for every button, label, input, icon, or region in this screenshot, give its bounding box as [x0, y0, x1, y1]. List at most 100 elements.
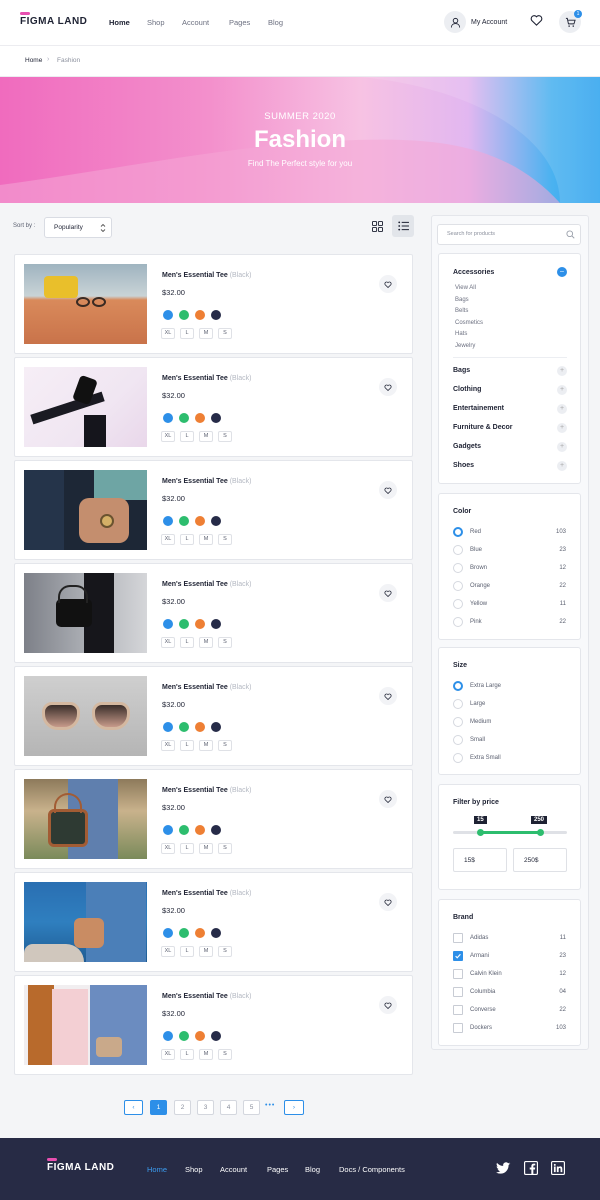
color-swatch[interactable] — [163, 1031, 173, 1041]
color-swatch[interactable] — [179, 413, 189, 423]
list-view-button[interactable] — [392, 215, 414, 237]
nav-home[interactable]: Home — [109, 18, 130, 27]
size-radio[interactable] — [453, 699, 463, 709]
accessories-cosmetics[interactable]: Cosmetics — [455, 320, 483, 326]
add-to-wishlist-button[interactable] — [379, 996, 397, 1014]
color-swatch[interactable] — [211, 516, 221, 526]
next-page-button[interactable]: › — [284, 1100, 304, 1115]
color-swatch[interactable] — [163, 722, 173, 732]
color-swatch[interactable] — [195, 619, 205, 629]
color-swatch[interactable] — [211, 619, 221, 629]
product-image[interactable] — [24, 264, 147, 344]
size-option-m[interactable]: M — [199, 431, 213, 442]
search-input[interactable]: Search for products — [437, 224, 581, 245]
product-name[interactable]: Men's Essential Tee (Black) — [162, 375, 251, 382]
product-name[interactable]: Men's Essential Tee (Black) — [162, 581, 251, 588]
color-swatch[interactable] — [179, 825, 189, 835]
footer-nav-account[interactable]: Account — [220, 1165, 247, 1174]
product-image[interactable] — [24, 779, 147, 859]
product-card[interactable]: Men's Essential Tee (Black) $32.00 XL L M S — [14, 357, 413, 457]
size-option-xl[interactable]: XL — [161, 534, 175, 545]
linkedin-icon[interactable] — [551, 1161, 565, 1175]
size-option-s[interactable]: S — [218, 431, 232, 442]
expand-plus-icon[interactable]: + — [557, 404, 567, 414]
color-swatch[interactable] — [195, 516, 205, 526]
size-option-l[interactable]: L — [180, 328, 194, 339]
color-radio-brown[interactable] — [453, 563, 463, 573]
size-option-xl[interactable]: XL — [161, 328, 175, 339]
add-to-wishlist-button[interactable] — [379, 687, 397, 705]
color-swatch[interactable] — [211, 825, 221, 835]
accessories-jewelry[interactable]: Jewelry — [455, 343, 475, 349]
color-radio-red[interactable] — [453, 527, 463, 537]
sort-select[interactable]: Popularity — [44, 217, 112, 238]
category-accessories[interactable]: Accessories — [453, 269, 494, 276]
brand-checkbox[interactable] — [453, 933, 463, 943]
wishlist-heart-icon[interactable] — [530, 14, 543, 28]
size-option-s[interactable]: S — [218, 534, 232, 545]
product-image[interactable] — [24, 985, 147, 1065]
color-swatch[interactable] — [163, 310, 173, 320]
footer-nav-pages[interactable]: Pages — [267, 1165, 288, 1174]
product-image[interactable] — [24, 882, 147, 962]
color-swatch[interactable] — [163, 825, 173, 835]
product-name[interactable]: Men's Essential Tee (Black) — [162, 787, 251, 794]
category-bags[interactable]: Bags — [453, 367, 470, 374]
twitter-icon[interactable] — [496, 1162, 511, 1175]
category-gadgets[interactable]: Gadgets — [453, 443, 481, 450]
color-swatch[interactable] — [195, 928, 205, 938]
brand-checkbox[interactable] — [453, 969, 463, 979]
size-option-m[interactable]: M — [199, 328, 213, 339]
product-image[interactable] — [24, 573, 147, 653]
size-option-xl[interactable]: XL — [161, 431, 175, 442]
page-3[interactable]: 3 — [197, 1100, 214, 1115]
product-card[interactable]: Men's Essential Tee (Black) $32.00 XL L M S — [14, 666, 413, 766]
size-option-s[interactable]: S — [218, 637, 232, 648]
add-to-wishlist-button[interactable] — [379, 481, 397, 499]
expand-plus-icon[interactable]: + — [557, 461, 567, 471]
add-to-wishlist-button[interactable] — [379, 584, 397, 602]
size-option-m[interactable]: M — [199, 534, 213, 545]
product-card[interactable]: Men's Essential Tee (Black) $32.00 XL L M S — [14, 563, 413, 663]
product-image[interactable] — [24, 676, 147, 756]
product-card[interactable]: Men's Essential Tee (Black) $32.00 XL L M S — [14, 460, 413, 560]
product-card[interactable]: Men's Essential Tee (Black) $32.00 XL L M S — [14, 872, 413, 972]
add-to-wishlist-button[interactable] — [379, 275, 397, 293]
size-option-l[interactable]: L — [180, 1049, 194, 1060]
size-option-m[interactable]: M — [199, 1049, 213, 1060]
color-swatch[interactable] — [195, 825, 205, 835]
color-swatch[interactable] — [179, 928, 189, 938]
footer-nav-home[interactable]: Home — [147, 1165, 167, 1174]
size-option-l[interactable]: L — [180, 946, 194, 957]
product-name[interactable]: Men's Essential Tee (Black) — [162, 993, 251, 1000]
accessories-belts[interactable]: Belts — [455, 308, 468, 314]
size-option-m[interactable]: M — [199, 740, 213, 751]
color-swatch[interactable] — [195, 413, 205, 423]
product-card[interactable]: Men's Essential Tee (Black) $32.00 XL L M S — [14, 254, 413, 354]
logo[interactable]: FIGMA LAND — [20, 12, 87, 27]
size-option-l[interactable]: L — [180, 740, 194, 751]
color-swatch[interactable] — [195, 1031, 205, 1041]
color-swatch[interactable] — [195, 722, 205, 732]
size-option-xl[interactable]: XL — [161, 843, 175, 854]
color-swatch[interactable] — [179, 619, 189, 629]
product-card[interactable]: Men's Essential Tee (Black) $32.00 XL L M S — [14, 769, 413, 869]
accessories-bags[interactable]: Bags — [455, 297, 469, 303]
nav-shop[interactable]: Shop — [147, 18, 165, 27]
add-to-wishlist-button[interactable] — [379, 378, 397, 396]
size-radio[interactable] — [453, 717, 463, 727]
color-swatch[interactable] — [195, 310, 205, 320]
color-swatch[interactable] — [163, 413, 173, 423]
grid-view-button[interactable] — [367, 216, 388, 237]
size-option-xl[interactable]: XL — [161, 1049, 175, 1060]
page-4[interactable]: 4 — [220, 1100, 237, 1115]
expand-plus-icon[interactable]: + — [557, 423, 567, 433]
size-option-s[interactable]: S — [218, 843, 232, 854]
color-radio-yellow[interactable] — [453, 599, 463, 609]
accessories-hats[interactable]: Hats — [455, 331, 467, 337]
color-swatch[interactable] — [211, 310, 221, 320]
add-to-wishlist-button[interactable] — [379, 893, 397, 911]
collapse-icon[interactable]: – — [557, 267, 567, 277]
size-radio[interactable] — [453, 753, 463, 763]
size-option-s[interactable]: S — [218, 740, 232, 751]
